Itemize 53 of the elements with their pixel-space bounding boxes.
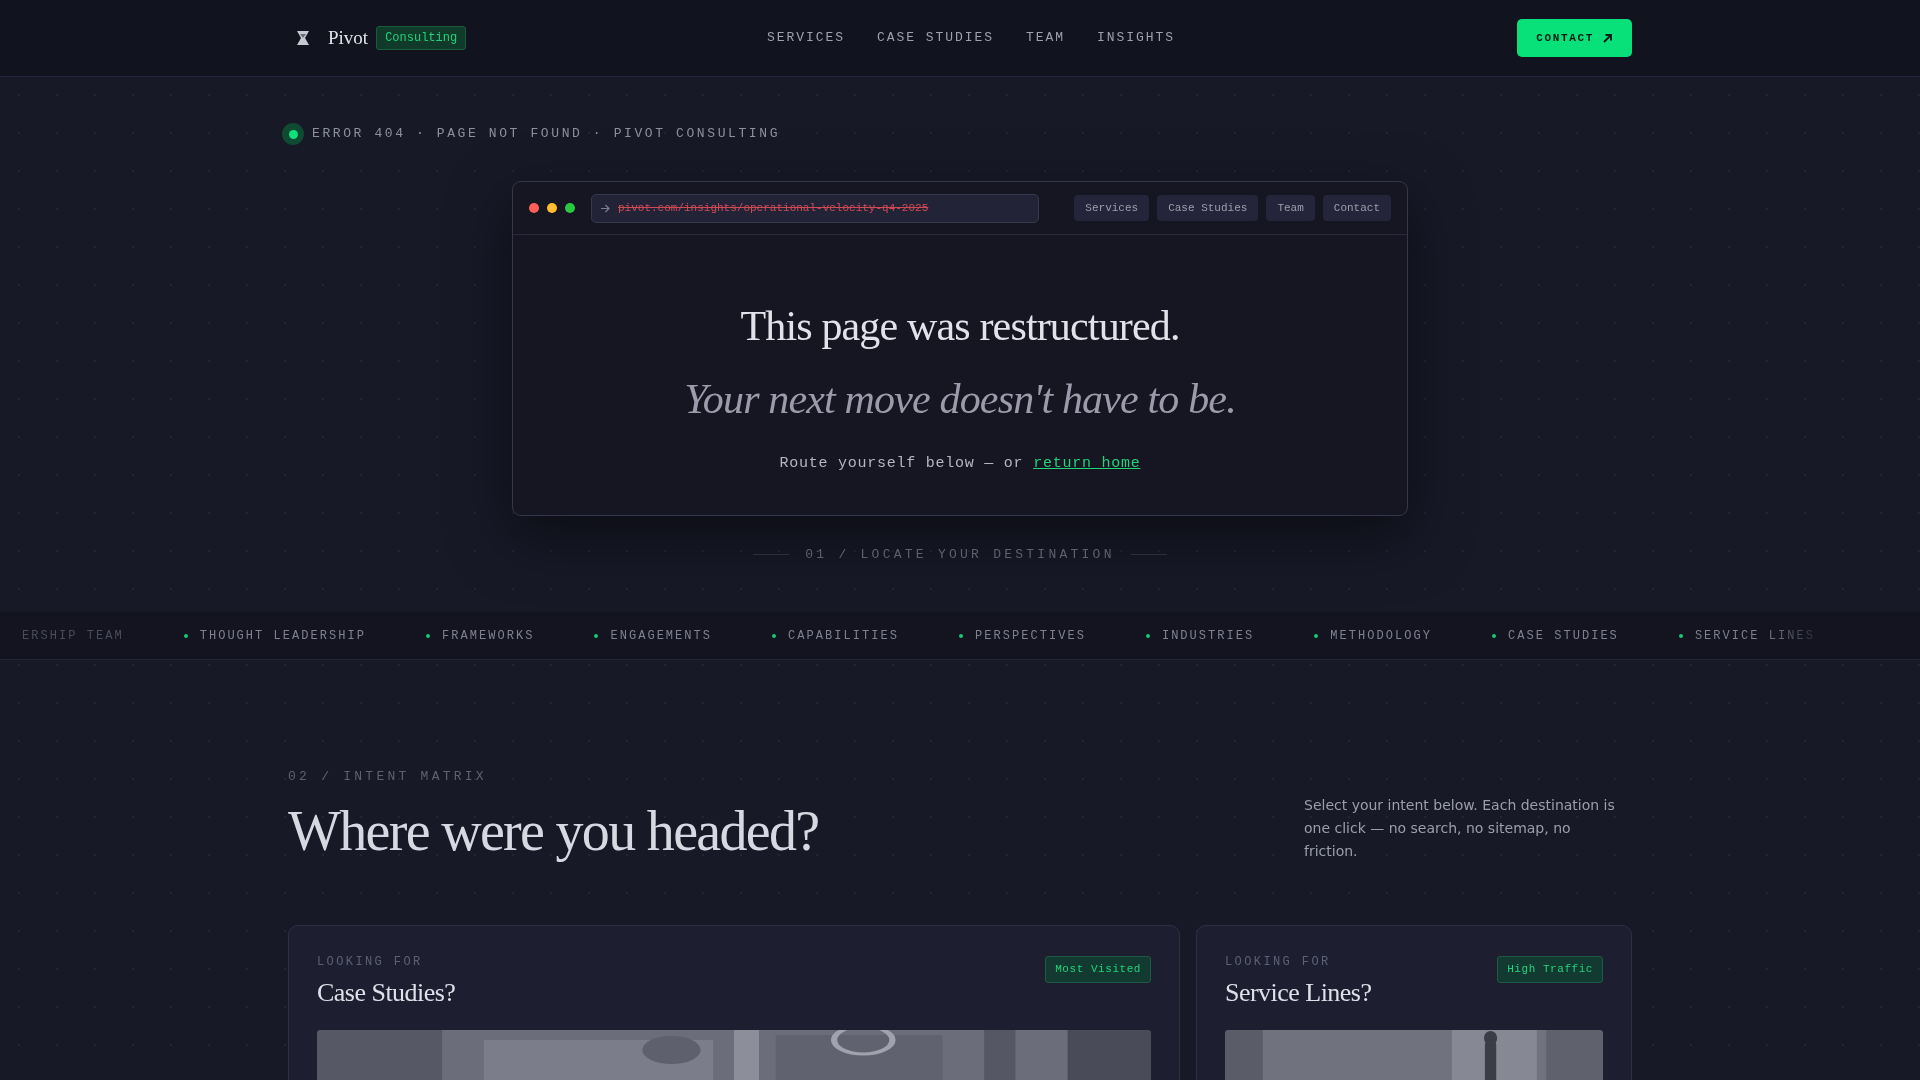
address-field[interactable]: pivot.com/insights/operational-velocity-q4-2025 xyxy=(591,193,1039,223)
nav-link[interactable]: CASE STUDIES xyxy=(877,28,994,48)
subheadline: Your next move doesn't have to be. xyxy=(684,375,1236,424)
route-text: Route yourself below — or return home xyxy=(779,454,1141,474)
nav-link[interactable]: SERVICES xyxy=(766,28,845,48)
bullet-icon xyxy=(1314,633,1319,638)
section-description: Select your intent below. Each destination is one click — no search, no sitemap, no friction. xyxy=(1304,796,1616,862)
intent-card[interactable]: LOOKING FOR Service Lines? High Traffic xyxy=(1196,925,1632,1080)
browser-tab[interactable]: Services xyxy=(1074,194,1150,222)
headline: This page was restructured. xyxy=(740,302,1180,351)
bullet-icon xyxy=(183,633,188,638)
ticker-item[interactable]: PERSPECTIVES xyxy=(975,626,1086,645)
brand-name[interactable]: Pivot xyxy=(328,23,369,53)
ticker-item[interactable]: CASE STUDIES xyxy=(1507,626,1619,645)
browser-tab[interactable]: Case Studies xyxy=(1157,194,1259,222)
card-eyebrow: LOOKING FOR xyxy=(317,954,424,972)
nav-link[interactable]: INSIGHTS xyxy=(1097,28,1176,48)
ticker-item[interactable]: CAPABILITIES xyxy=(788,626,899,645)
ticker-item[interactable]: METHODOLOGY xyxy=(1330,626,1432,645)
section-label: 01 / LOCATE YOUR DESTINATION xyxy=(805,545,1115,564)
maximize-dot-icon[interactable] xyxy=(565,203,575,213)
return-home-link[interactable]: return home xyxy=(1033,455,1141,472)
intent-card[interactable]: LOOKING FOR Case Studies? Most Visited xyxy=(288,925,1180,1080)
bullet-icon xyxy=(1145,633,1150,638)
bullet-icon xyxy=(1678,633,1683,638)
section-title: Where were you headed? xyxy=(288,800,819,863)
bullet-icon xyxy=(426,633,430,638)
status-dot-icon xyxy=(282,123,304,145)
ticker-item[interactable]: FRAMEWORKS xyxy=(442,626,535,645)
bullet-icon xyxy=(1491,633,1496,638)
close-dot-icon[interactable] xyxy=(529,203,539,213)
ticker-item[interactable]: THOUGHT LEADERSHIP xyxy=(199,626,366,645)
ticker-item[interactable]: INDUSTRIES xyxy=(1161,626,1255,645)
browser-tab[interactable]: Team xyxy=(1266,194,1315,222)
ticker-item[interactable]: ENGAGEMENTS xyxy=(610,626,713,645)
logo-icon xyxy=(296,30,310,46)
contact-button[interactable]: CONTACT xyxy=(1517,18,1632,58)
bullet-icon xyxy=(959,633,963,638)
card-tag: High Traffic xyxy=(1497,956,1603,983)
brand-tag: Consulting xyxy=(376,26,467,50)
bullet-icon xyxy=(594,633,599,638)
minimize-dot-icon[interactable] xyxy=(547,203,557,213)
nav-link[interactable]: TEAM xyxy=(1026,28,1065,48)
bullet-icon xyxy=(772,633,777,638)
card-title: Case Studies? xyxy=(317,977,456,1010)
card-eyebrow: LOOKING FOR xyxy=(1225,954,1332,972)
arrow-icon xyxy=(600,203,610,213)
card-tag: Most Visited xyxy=(1045,956,1151,983)
section-label: 02 / INTENT MATRIX xyxy=(288,768,488,786)
status-line: ERROR 404 · PAGE NOT FOUND · PIVOT CONSULTING xyxy=(312,125,781,144)
arrow-icon xyxy=(1602,32,1613,44)
browser-tab[interactable]: Contact xyxy=(1322,194,1391,222)
card-title: Service Lines? xyxy=(1225,977,1372,1010)
